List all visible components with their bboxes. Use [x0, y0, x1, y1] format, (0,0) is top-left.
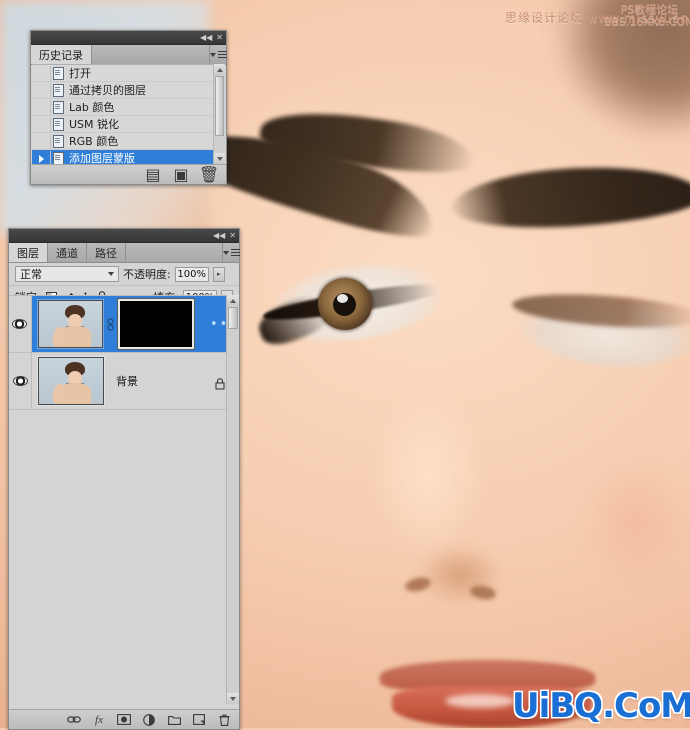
history-state-row[interactable]: 打开	[32, 65, 214, 82]
history-state-label: RGB 颜色	[69, 135, 119, 148]
history-snapshot-toggle[interactable]	[32, 65, 51, 81]
history-state-icon	[51, 83, 66, 97]
scroll-down-icon[interactable]	[227, 693, 239, 704]
history-state-icon	[51, 134, 66, 148]
history-snapshot-toggle[interactable]	[32, 82, 51, 98]
layers-panel: ◀◀ ✕ 图层 通道 路径 正常 不透明度: 100% ▸ 锁定:	[8, 228, 240, 730]
layer-locked-icon	[215, 375, 225, 394]
history-state-icon	[51, 151, 66, 165]
history-snapshot-toggle[interactable]	[32, 99, 51, 115]
tab-layers[interactable]: 图层	[9, 243, 48, 262]
opacity-input[interactable]: 100%	[174, 266, 209, 282]
history-panel-tabstrip: 历史记录	[31, 45, 227, 65]
tabstrip-filler	[92, 45, 210, 64]
scrollbar-thumb[interactable]	[215, 76, 224, 136]
delete-layer-button[interactable]	[217, 713, 231, 726]
layer-thumbnail[interactable]	[37, 300, 104, 348]
layer-visibility-toggle[interactable]	[9, 353, 32, 409]
blend-mode-value: 正常	[20, 268, 42, 281]
new-group-button[interactable]	[167, 713, 181, 726]
history-state-label: 通过拷贝的图层	[69, 84, 146, 97]
scroll-up-icon[interactable]	[227, 295, 239, 306]
history-panel-titlebar[interactable]: ◀◀ ✕	[31, 31, 226, 45]
delete-state-button[interactable]: 🗑	[199, 165, 219, 184]
layer-name-label: 背景	[116, 375, 138, 388]
layer-row-selected[interactable]: •••	[9, 296, 239, 353]
history-state-label: Lab 颜色	[69, 101, 115, 114]
eye-icon	[12, 319, 28, 329]
chevron-down-icon	[108, 272, 114, 276]
opacity-label: 不透明度:	[123, 268, 171, 281]
history-state-row[interactable]: RGB 颜色	[32, 133, 214, 150]
history-state-label: 打开	[69, 67, 91, 80]
layers-panel-footer: fx	[9, 709, 239, 729]
menu-lines-icon	[230, 249, 240, 256]
history-state-row[interactable]: 通过拷贝的图层	[32, 82, 214, 99]
layers-scrollbar[interactable]	[226, 295, 239, 704]
layer-thumbnail[interactable]	[38, 357, 104, 405]
history-panel-footer: ▤ ▣ 🗑	[31, 164, 226, 184]
tab-paths[interactable]: 路径	[87, 243, 126, 262]
history-state-icon	[51, 66, 66, 80]
photo-hair	[470, 0, 690, 180]
new-adjustment-layer-button[interactable]	[142, 713, 156, 726]
scrollbar-thumb[interactable]	[228, 307, 238, 329]
chevron-down-icon	[209, 52, 216, 57]
photo-cheek	[560, 430, 690, 610]
collapse-double-arrow-icon[interactable]: ◀◀	[213, 231, 225, 240]
layer-visibility-toggle[interactable]	[9, 296, 32, 352]
menu-lines-icon	[217, 51, 227, 58]
panel-menu-icon[interactable]	[209, 45, 227, 64]
history-state-row[interactable]: USM 锐化	[32, 116, 214, 133]
blend-opacity-row: 正常 不透明度: 100% ▸	[9, 263, 239, 286]
layer-style-fx-button[interactable]: fx	[92, 713, 106, 726]
create-snapshot-button[interactable]: ▣	[173, 165, 188, 184]
scroll-up-icon[interactable]	[214, 64, 225, 75]
tabstrip-filler	[126, 243, 223, 262]
tab-channels[interactable]: 通道	[48, 243, 87, 262]
history-snapshot-toggle[interactable]	[32, 116, 51, 132]
history-scrollbar[interactable]	[213, 64, 225, 164]
blend-mode-select[interactable]: 正常	[15, 266, 119, 282]
photo-lip-highlight	[445, 694, 515, 708]
add-layer-mask-button[interactable]	[117, 713, 131, 726]
history-state-label: USM 锐化	[69, 118, 120, 131]
panel-menu-icon[interactable]	[222, 243, 240, 262]
history-state-icon	[51, 100, 66, 114]
eye-icon	[12, 376, 28, 386]
layers-panel-tabstrip: 图层 通道 路径	[9, 243, 240, 263]
create-document-from-state-button[interactable]: ▤	[145, 165, 160, 184]
history-state-list[interactable]: 打开 通过拷贝的图层 Lab 颜色 USM 锐化 RGB 颜色 添加图层蒙版	[32, 64, 214, 167]
history-snapshot-toggle[interactable]	[32, 133, 51, 149]
new-layer-button[interactable]	[192, 713, 206, 726]
layer-row[interactable]: 背景	[9, 353, 239, 410]
photo-left-eye-glint	[337, 294, 348, 303]
layer-mask-link-icon[interactable]	[105, 317, 116, 331]
history-state-row[interactable]: Lab 颜色	[32, 99, 214, 116]
close-icon[interactable]: ✕	[229, 231, 236, 240]
layer-mask-thumbnail[interactable]	[117, 298, 195, 350]
link-layers-button[interactable]	[67, 713, 81, 726]
history-panel: ◀◀ ✕ 历史记录 打开 通过拷贝的图层 Lab 颜色 USM 锐化 RGB 颜…	[30, 30, 227, 185]
collapse-double-arrow-icon[interactable]: ◀◀	[200, 33, 212, 42]
close-icon[interactable]: ✕	[216, 33, 223, 42]
tab-history[interactable]: 历史记录	[31, 45, 92, 64]
opacity-stepper[interactable]: ▸	[212, 266, 225, 282]
photo-nose-shadow	[400, 540, 520, 610]
history-state-icon	[51, 117, 66, 131]
scroll-down-icon[interactable]	[214, 153, 225, 164]
chevron-down-icon	[222, 250, 229, 255]
layers-panel-titlebar[interactable]: ◀◀ ✕	[9, 229, 239, 243]
layer-list[interactable]: ••• 背景	[9, 295, 239, 704]
